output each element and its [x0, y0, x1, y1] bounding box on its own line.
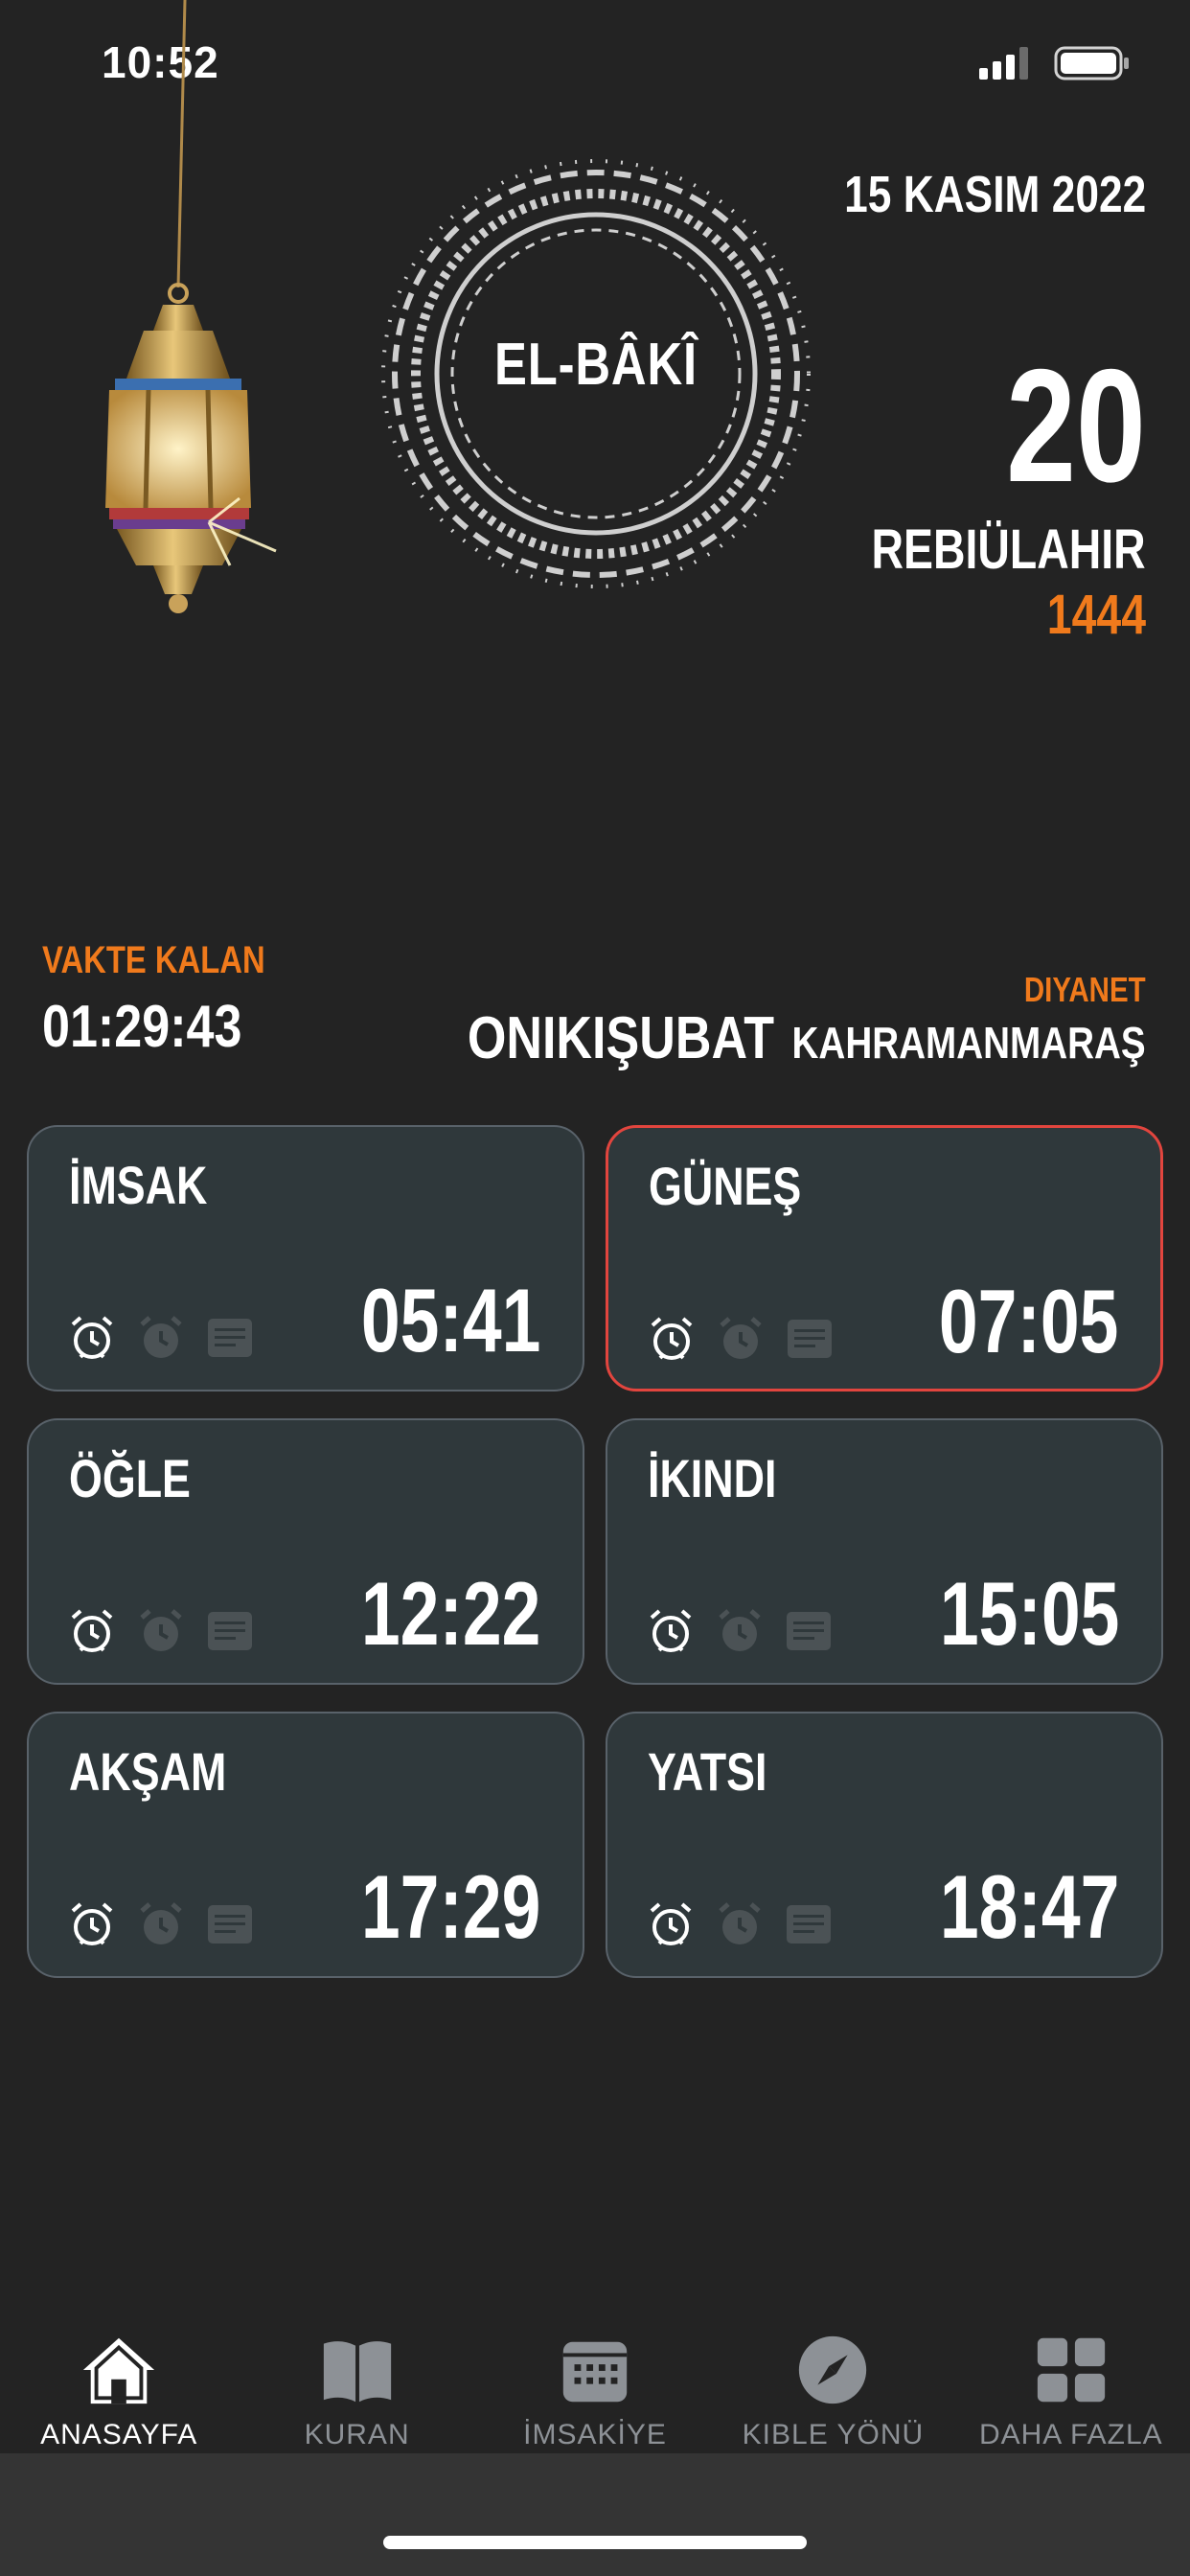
- prayer-card-ikindi[interactable]: İKINDI 15:05: [606, 1418, 1163, 1685]
- lantern-image: [105, 0, 277, 613]
- note-icon[interactable]: [784, 1606, 834, 1656]
- prayer-card-aksam[interactable]: AKŞAM 17:29: [27, 1712, 584, 1978]
- alarm-clock-filled-icon[interactable]: [716, 1314, 766, 1364]
- note-icon[interactable]: [785, 1314, 835, 1364]
- alarm-clock-filled-icon[interactable]: [715, 1899, 765, 1949]
- status-icons: [979, 46, 1131, 80]
- card-icons: [646, 1606, 834, 1656]
- home-screen: 10:52 EL-BÂKÎ 15 KASIM 2022 20 REBIÜLAHI…: [0, 0, 1190, 2576]
- signal-icon: [979, 47, 1028, 80]
- tab-label: İMSAKİYE: [523, 2419, 667, 2450]
- prayer-time: 17:29: [360, 1856, 540, 1957]
- tab-imsakiye[interactable]: İMSAKİYE: [476, 2308, 714, 2451]
- location-selector[interactable]: ONIKIŞUBAT KAHRAMANMARAŞ: [468, 1004, 1146, 1072]
- tab-anasayfa[interactable]: ANASAYFA: [0, 2308, 238, 2451]
- alarm-clock-icon[interactable]: [67, 1899, 117, 1949]
- card-icons: [67, 1313, 255, 1363]
- card-icons: [647, 1314, 835, 1364]
- prayer-time: 07:05: [938, 1271, 1118, 1371]
- prayer-name: YATSI: [648, 1741, 767, 1802]
- prayer-card-imsak[interactable]: İMSAK 05:41: [27, 1125, 584, 1392]
- tab-label: DAHA FAZLA: [978, 2419, 1163, 2450]
- remaining-time-label: VAKTE KALAN: [42, 939, 265, 981]
- note-icon[interactable]: [205, 1313, 255, 1363]
- hijri-year: 1444: [1046, 584, 1146, 646]
- prayer-time: 18:47: [939, 1856, 1119, 1957]
- alarm-clock-filled-icon[interactable]: [136, 1606, 186, 1656]
- card-icons: [67, 1606, 255, 1656]
- hijri-day: 20: [1006, 335, 1146, 516]
- home-indicator[interactable]: [383, 2536, 807, 2549]
- district-name: ONIKIŞUBAT: [468, 1005, 775, 1071]
- alarm-clock-filled-icon[interactable]: [136, 1899, 186, 1949]
- alarm-clock-icon[interactable]: [646, 1899, 696, 1949]
- card-icons: [646, 1899, 834, 1949]
- book-icon: [323, 2341, 391, 2403]
- compass-icon: [799, 2335, 867, 2404]
- prayer-name: GÜNEŞ: [649, 1156, 802, 1216]
- alarm-clock-icon[interactable]: [67, 1313, 117, 1363]
- prayer-card-yatsi[interactable]: YATSI 18:47: [606, 1712, 1163, 1978]
- prayer-time: 12:22: [360, 1563, 540, 1664]
- tab-daha-fazla[interactable]: DAHA FAZLA: [952, 2308, 1190, 2451]
- calendar-icon: [562, 2341, 628, 2403]
- gregorian-date: 15 KASIM 2022: [843, 166, 1146, 223]
- prayer-name: İMSAK: [69, 1155, 208, 1215]
- tab-label: KURAN: [304, 2419, 410, 2450]
- note-icon[interactable]: [205, 1606, 255, 1656]
- hijri-month: REBIÜLAHIR: [871, 518, 1146, 581]
- prayer-card-gunes[interactable]: GÜNEŞ 07:05: [606, 1125, 1163, 1392]
- note-icon[interactable]: [784, 1899, 834, 1949]
- prayer-times-grid: İMSAK 05:41 GÜNEŞ 07:05 ÖĞLE 12:22 İKIND…: [27, 1125, 1163, 1978]
- alarm-clock-icon[interactable]: [67, 1606, 117, 1656]
- tab-kible-yonu[interactable]: KIBLE YÖNÜ: [714, 2308, 951, 2451]
- tab-label: KIBLE YÖNÜ: [742, 2419, 925, 2450]
- alarm-clock-icon[interactable]: [646, 1606, 696, 1656]
- card-icons: [67, 1899, 255, 1949]
- tab-kuran[interactable]: KURAN: [238, 2308, 475, 2451]
- prayer-card-ogle[interactable]: ÖĞLE 12:22: [27, 1418, 584, 1685]
- battery-icon: [1054, 46, 1129, 80]
- province-name: KAHRAMANMARAŞ: [791, 1018, 1146, 1068]
- tab-bar: ANASAYFA KURAN İMSAKİYE KIBLE YÖNÜ DAHA …: [0, 2308, 1190, 2451]
- note-icon[interactable]: [205, 1899, 255, 1949]
- prayer-time: 15:05: [939, 1563, 1119, 1664]
- prayer-time: 05:41: [360, 1270, 540, 1370]
- alarm-clock-filled-icon[interactable]: [715, 1606, 765, 1656]
- grid-icon: [1037, 2337, 1105, 2403]
- prayer-name: ÖĞLE: [69, 1448, 191, 1508]
- alarm-clock-icon[interactable]: [647, 1314, 697, 1364]
- alarm-clock-filled-icon[interactable]: [136, 1313, 186, 1363]
- remaining-time-value: 01:29:43: [42, 994, 242, 1060]
- esma-name: EL-BÂKÎ: [494, 332, 698, 398]
- tab-label: ANASAYFA: [40, 2419, 198, 2450]
- prayer-name: İKINDI: [648, 1448, 777, 1508]
- home-icon: [83, 2337, 155, 2404]
- prayer-name: AKŞAM: [69, 1741, 227, 1802]
- bottom-strip: [0, 2453, 1190, 2576]
